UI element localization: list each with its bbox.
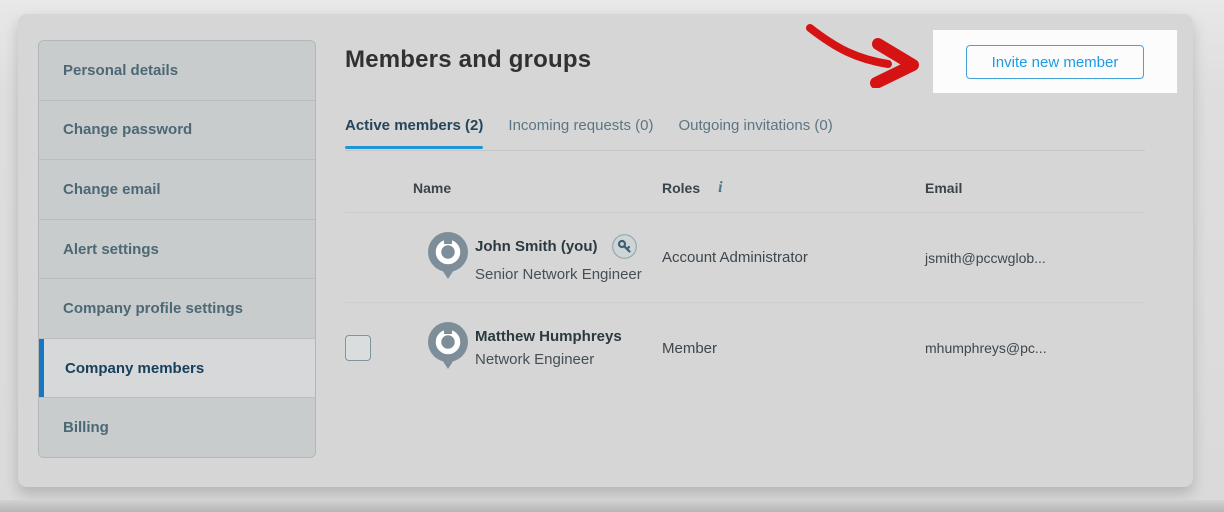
sidebar-item-company-profile-settings[interactable]: Company profile settings: [39, 279, 315, 339]
member-role: Account Administrator: [662, 249, 925, 266]
member-role: Member: [662, 340, 925, 357]
settings-sidebar: Personal details Change password Change …: [38, 40, 316, 458]
table-row-john-smith: John Smith (you) Senior Network Engineer…: [345, 213, 1145, 303]
sidebar-item-change-email[interactable]: Change email: [39, 160, 315, 220]
tutorial-spotlight: Invite new member: [933, 30, 1177, 93]
roles-info-icon[interactable]: i: [718, 179, 722, 197]
sidebar-item-billing[interactable]: Billing: [39, 398, 315, 457]
red-annotation-arrow-icon: [792, 18, 932, 88]
admin-key-icon[interactable]: [612, 234, 637, 259]
sidebar-item-personal-details[interactable]: Personal details: [39, 41, 315, 101]
member-name: Matthew Humphreys: [475, 329, 622, 344]
screen-bottom-edge: [0, 500, 1224, 512]
column-header-email: Email: [925, 180, 1145, 196]
member-job-title: Network Engineer: [475, 352, 662, 367]
sidebar-item-change-password[interactable]: Change password: [39, 101, 315, 161]
member-email: jsmith@pccwglob...: [925, 250, 1145, 266]
members-tabs: Active members (2) Incoming requests (0)…: [345, 117, 1145, 151]
page-title: Members and groups: [345, 46, 591, 74]
avatar: [428, 322, 468, 369]
table-row-matthew-humphreys: Matthew Humphreys Network Engineer Membe…: [345, 303, 1145, 393]
member-row-checkbox[interactable]: [345, 335, 371, 361]
member-email: mhumphreys@pc...: [925, 340, 1145, 356]
tab-outgoing-invitations[interactable]: Outgoing invitations (0): [678, 117, 832, 147]
invite-new-member-button[interactable]: Invite new member: [966, 45, 1144, 79]
column-header-roles: Roles: [662, 180, 700, 196]
column-header-name: Name: [413, 180, 662, 196]
member-name: John Smith (you): [475, 239, 598, 254]
members-table-header: Name Roles i Email: [345, 164, 1145, 213]
sidebar-item-company-members[interactable]: Company members: [39, 339, 315, 399]
avatar: [428, 232, 468, 279]
settings-card: Personal details Change password Change …: [18, 14, 1193, 487]
tab-active-members[interactable]: Active members (2): [345, 117, 483, 147]
sidebar-item-alert-settings[interactable]: Alert settings: [39, 220, 315, 280]
tab-incoming-requests[interactable]: Incoming requests (0): [508, 117, 653, 147]
member-job-title: Senior Network Engineer: [475, 267, 662, 282]
